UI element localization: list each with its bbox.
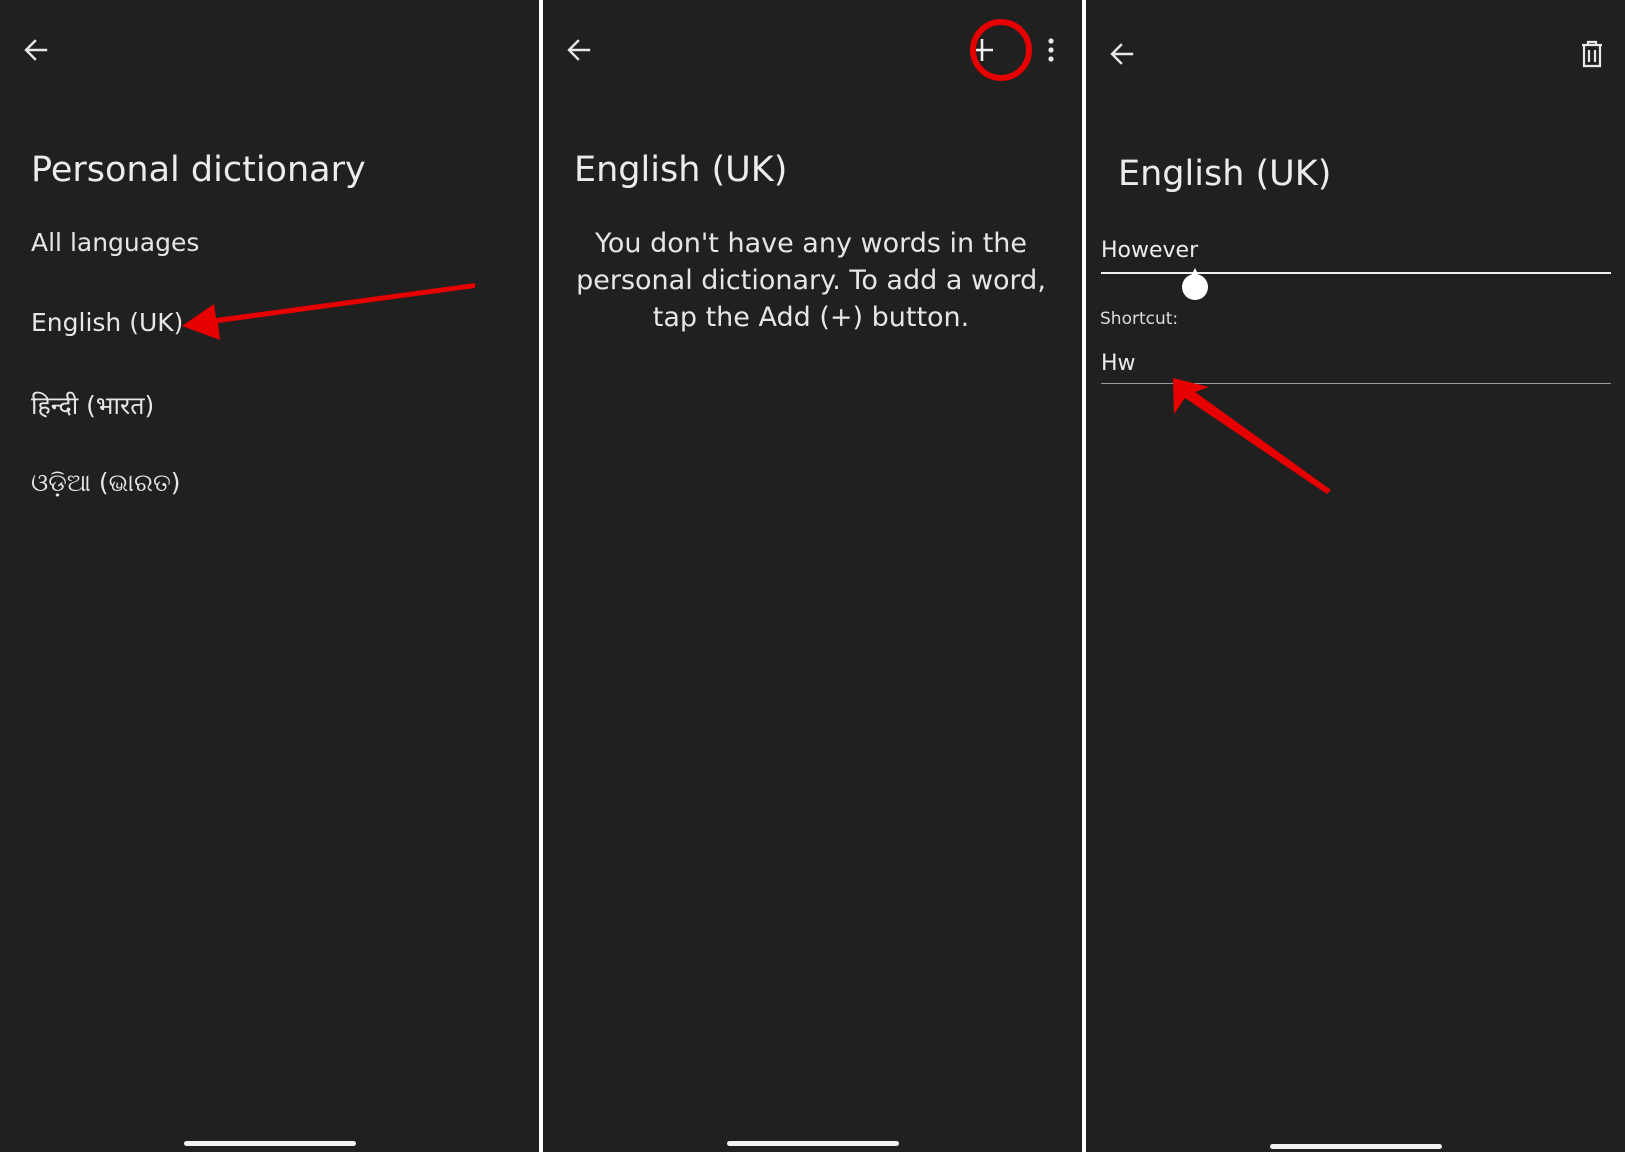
more-vert-icon[interactable] [1046,36,1056,64]
english-uk-empty-screen: English (UK) You don't have any words in… [543,0,1082,1152]
language-item-english-uk[interactable]: English (UK) [31,308,183,337]
trash-icon[interactable] [1580,40,1604,68]
language-item-hindi[interactable]: हिन्दी (भारत) [31,388,154,422]
home-indicator [183,1141,356,1146]
language-title: English (UK) [574,150,788,190]
screenshot-stage: Personal dictionary All languages Englis… [0,0,1625,1152]
personal-dictionary-screen: Personal dictionary All languages Englis… [0,0,539,1152]
home-indicator [1269,1144,1442,1149]
word-input-underline [1101,272,1611,274]
shortcut-label: Shortcut: [1100,309,1179,329]
plus-icon[interactable] [968,36,996,64]
language-item-all[interactable]: All languages [31,228,199,257]
empty-state-message: You don't have any words in the personal… [576,228,1046,333]
shortcut-input-underline [1101,383,1611,384]
back-arrow-icon[interactable] [1108,40,1136,68]
back-arrow-icon[interactable] [22,36,50,64]
home-indicator [726,1141,899,1146]
back-arrow-icon[interactable] [565,36,593,64]
word-input[interactable]: However [1101,238,1198,263]
text-cursor-handle[interactable] [1182,268,1208,300]
language-title: English (UK) [1118,154,1332,194]
page-title: Personal dictionary [31,150,366,190]
add-word-screen: English (UK) However Shortcut: Hw [1086,0,1625,1152]
shortcut-input[interactable]: Hw [1101,351,1136,376]
language-item-odia[interactable]: ଓଡ଼ିଆ (ଭାରତ) [31,468,181,498]
